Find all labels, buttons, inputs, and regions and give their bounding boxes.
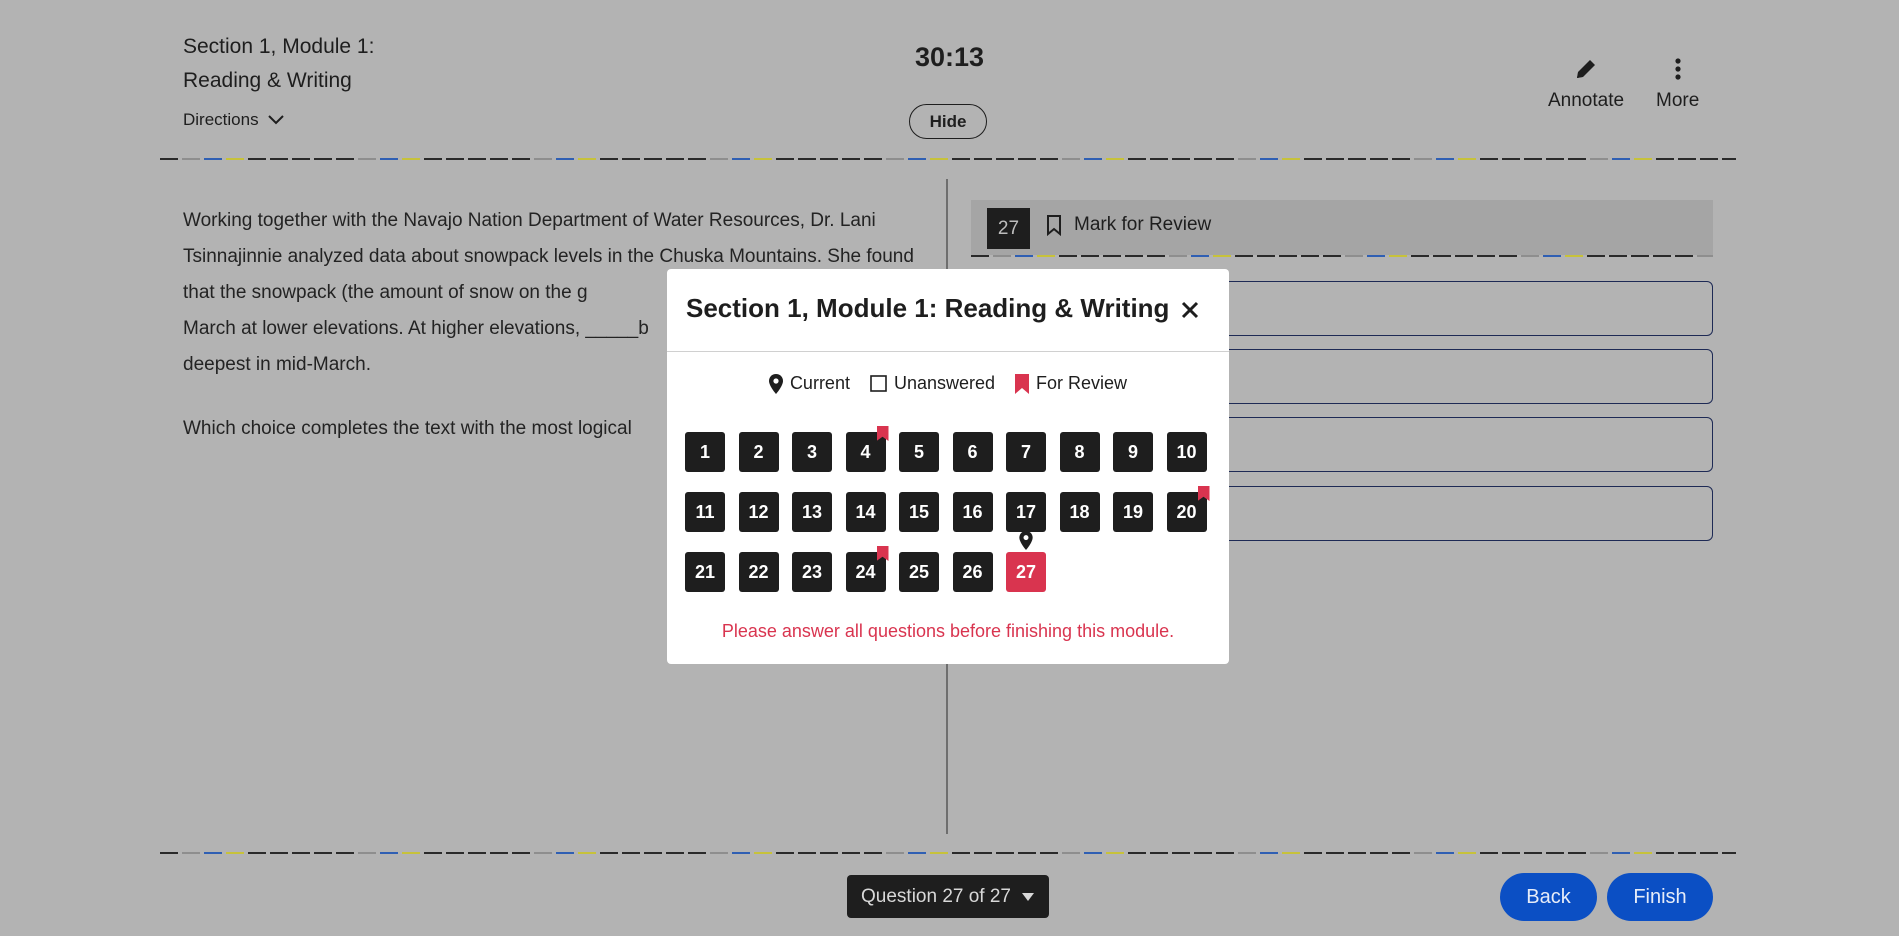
status-legend: Current Unanswered For Review [667,373,1229,394]
question-button-10[interactable]: 10 [1166,432,1207,472]
question-button-label: 1 [699,441,710,462]
modal-title: Section 1, Module 1: Reading & Writing [686,293,1170,323]
legend-current-label: Current [789,373,850,393]
question-button-label: 3 [806,441,817,462]
question-nav-label: Question 27 of 27 [861,885,1011,907]
question-button-1[interactable]: 1 [685,432,725,472]
location-pin-icon [768,373,783,394]
directions-label: Directions [183,110,259,129]
annotate-label: Annotate [1548,90,1625,111]
bookmark-icon [1047,215,1061,236]
mark-for-review-label: Mark for Review [1074,214,1212,235]
question-button-label: 24 [855,561,876,582]
question-button-label: 6 [967,441,978,462]
question-button-label: 27 [1015,561,1037,582]
current-location-pin-icon [1019,531,1033,550]
question-button-label: 14 [855,501,876,522]
modal-separator [667,351,1229,352]
question-button-16[interactable]: 16 [952,492,993,532]
warning-message: Please answer all questions before finis… [721,621,1175,641]
question-button-15[interactable]: 15 [899,492,939,532]
question-button-24[interactable]: 24 [845,546,889,592]
question-number-badge: 27 [987,208,1030,249]
pencil-icon [1577,60,1596,78]
question-button-25[interactable]: 25 [899,552,939,592]
empty-square-icon [870,375,887,392]
legend-unanswered: Unanswered [870,373,995,394]
question-header-divider [971,255,1713,257]
question-button-label: 16 [962,501,983,522]
header-divider [160,158,1736,160]
back-button[interactable]: Back [1500,873,1597,921]
question-button-11[interactable]: 11 [685,492,725,532]
question-button-label: 9 [1127,441,1138,462]
question-button-label: 7 [1020,441,1031,462]
review-flag-icon [876,546,889,561]
question-button-label: 21 [694,561,716,582]
more-vertical-icon [1675,58,1681,80]
directions-toggle[interactable]: Directions [183,110,285,130]
question-button-2[interactable]: 2 [738,432,779,472]
question-button-12[interactable]: 12 [738,492,779,532]
question-navigator-button[interactable]: Question 27 of 27 [847,875,1049,918]
question-button-4[interactable]: 4 [845,426,889,472]
section-title: Section 1, Module 1: Reading & Writing [183,35,375,92]
hide-timer-button[interactable]: Hide [909,104,987,139]
finish-button[interactable]: Finish [1607,873,1713,921]
question-button-13[interactable]: 13 [792,492,832,532]
legend-unanswered-label: Unanswered [893,373,996,393]
question-button-label: 12 [748,501,769,522]
legend-current: Current [768,373,850,394]
question-button-label: 2 [753,441,764,462]
review-flag-icon [1197,486,1210,501]
question-button-18[interactable]: 18 [1059,492,1100,532]
more-label: More [1656,90,1700,111]
question-button-label: 11 [695,501,715,522]
question-button-label: 4 [860,441,871,462]
question-button-label: 25 [908,561,930,582]
question-button-17[interactable]: 17 [1006,492,1046,532]
question-button-19[interactable]: 19 [1113,492,1153,532]
question-button-label: 15 [908,501,930,522]
footer-divider [160,852,1736,854]
question-button-label: 18 [1069,501,1090,522]
question-button-23[interactable]: 23 [792,552,832,592]
close-icon [1181,301,1199,319]
question-button-6[interactable]: 6 [952,432,993,472]
question-button-21[interactable]: 21 [685,552,725,592]
header: Section 1, Module 1: Reading & Writing D… [0,0,1899,160]
question-button-label: 8 [1074,441,1085,462]
question-button-9[interactable]: 9 [1113,432,1153,472]
question-button-22[interactable]: 22 [738,552,779,592]
question-button-5[interactable]: 5 [899,432,939,472]
question-button-27[interactable]: 27 [1006,531,1046,592]
question-button-label: 23 [801,561,823,582]
question-button-label: 26 [962,561,983,582]
question-button-26[interactable]: 26 [952,552,993,592]
annotate-button[interactable]: Annotate [1548,56,1624,112]
question-button-label: 5 [913,441,924,462]
question-button-8[interactable]: 8 [1059,432,1100,472]
close-button[interactable] [1175,295,1205,325]
question-button-7[interactable]: 7 [1006,432,1046,472]
question-header: 27 Mark for Review [971,200,1713,255]
question-button-label: 19 [1122,501,1144,522]
question-button-label: 17 [1015,501,1037,522]
bookmark-filled-icon [1015,373,1030,394]
question-button-label: 20 [1176,501,1197,522]
question-button-label: 22 [748,561,769,582]
caret-down-icon [1022,892,1034,901]
more-button[interactable]: More [1656,56,1699,112]
legend-for-review: For Review [1015,373,1127,394]
question-button-20[interactable]: 20 [1166,486,1210,532]
question-button-3[interactable]: 3 [792,432,832,472]
question-button-label: 10 [1176,441,1197,462]
legend-for-review-label: For Review [1036,373,1128,393]
question-button-label: 13 [801,501,823,522]
mark-for-review-button[interactable]: Mark for Review [1046,214,1211,236]
question-button-14[interactable]: 14 [845,492,886,532]
question-navigator-modal: Section 1, Module 1: Reading & Writing C… [667,269,1229,664]
chevron-down-icon [267,115,284,125]
review-flag-icon [876,426,889,441]
